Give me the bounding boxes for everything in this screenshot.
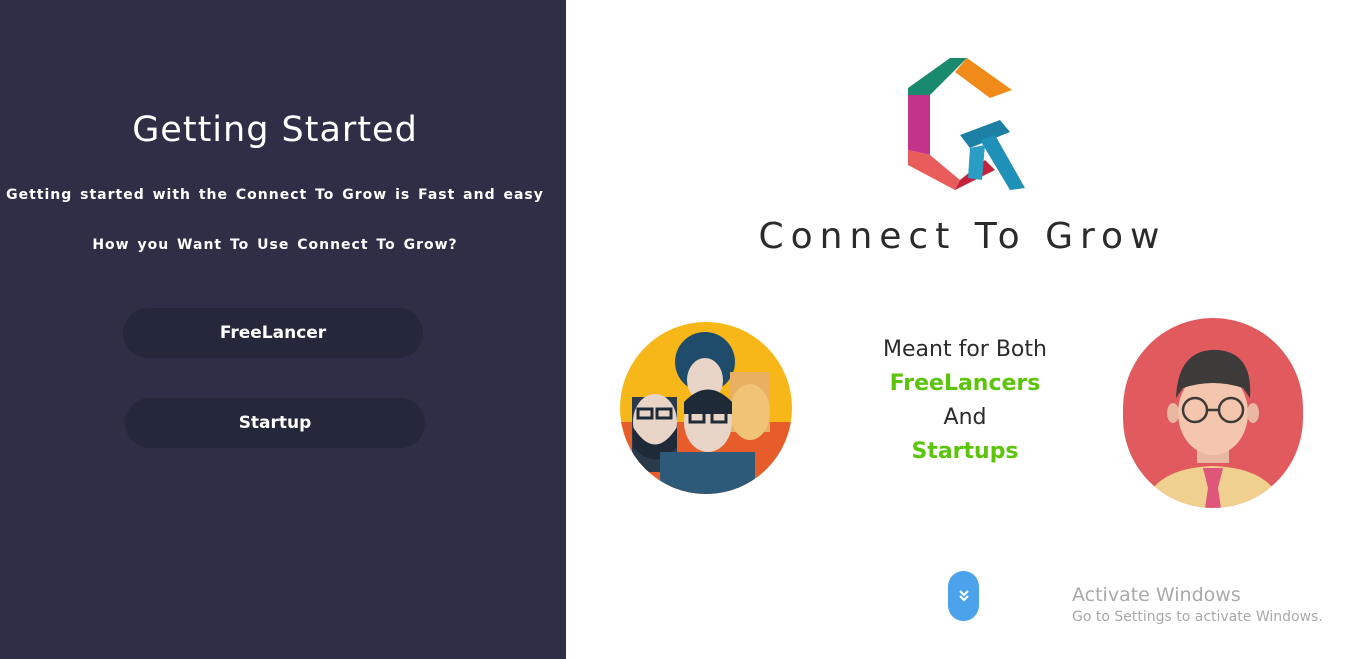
- subtitle-text: Getting started with the Connect To Grow…: [6, 187, 544, 203]
- startup-person-avatar: [1123, 318, 1303, 508]
- double-chevron-down-icon: [958, 590, 969, 602]
- startups-label: Startups: [911, 439, 1019, 464]
- scroll-down-button[interactable]: [948, 571, 979, 621]
- group-illustration-icon: [620, 332, 792, 494]
- logo-icon: [908, 58, 1025, 190]
- freelancers-label: FreeLancers: [889, 371, 1041, 396]
- page-title: Getting Started: [132, 110, 418, 150]
- and-label: And: [943, 405, 987, 430]
- activate-windows-subtitle: Go to Settings to activate Windows.: [1072, 609, 1323, 625]
- freelancers-group-avatar: [620, 322, 792, 494]
- person-illustration-icon: [1143, 349, 1283, 508]
- brand-name: Connect To Grow: [758, 216, 1167, 257]
- freelancer-button[interactable]: FreeLancer: [123, 308, 423, 358]
- meant-for-both-text: Meant for Both FreeLancers And Startups: [860, 333, 1070, 469]
- startup-button[interactable]: Startup: [125, 398, 425, 448]
- left-panel: Getting Started Getting started with the…: [0, 0, 566, 659]
- meant-line: Meant for Both: [883, 337, 1047, 362]
- question-text: How you Want To Use Connect To Grow?: [92, 237, 458, 253]
- activate-windows-title: Activate Windows: [1072, 584, 1241, 606]
